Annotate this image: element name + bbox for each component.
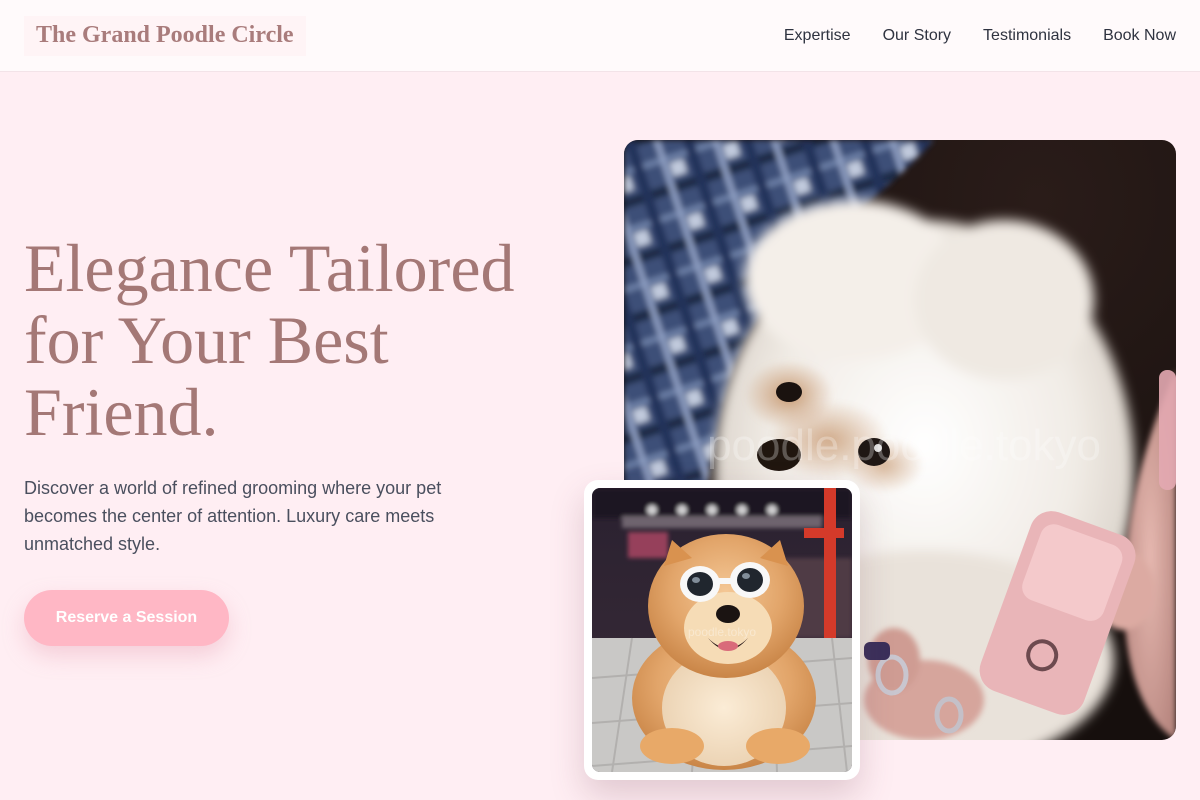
- main-photo-watermark: poodle.poodle.tokyo: [707, 421, 1101, 470]
- secondary-photo: poodle.tokyo: [592, 488, 852, 772]
- secondary-photo-card: poodle.tokyo: [584, 480, 860, 780]
- hero-title: Elegance Tailored for Your Best Friend.: [24, 230, 515, 450]
- nav-link-our-story[interactable]: Our Story: [883, 27, 951, 45]
- nav-link-expertise[interactable]: Expertise: [784, 27, 851, 45]
- main-nav: Expertise Our Story Testimonials Book No…: [784, 27, 1176, 45]
- sunglasses-dog-image: poodle.tokyo: [592, 488, 852, 772]
- site-header: The Grand Poodle Circle Expertise Our St…: [0, 0, 1200, 72]
- small-photo-watermark: poodle.tokyo: [688, 625, 756, 639]
- page: The Grand Poodle Circle Expertise Our St…: [0, 0, 1200, 800]
- nav-link-book-now[interactable]: Book Now: [1103, 27, 1176, 45]
- reserve-session-button[interactable]: Reserve a Session: [24, 590, 229, 646]
- hero-description: Discover a world of refined grooming whe…: [24, 478, 442, 554]
- nav-link-testimonials[interactable]: Testimonials: [983, 27, 1071, 45]
- brand-logo[interactable]: The Grand Poodle Circle: [24, 15, 306, 56]
